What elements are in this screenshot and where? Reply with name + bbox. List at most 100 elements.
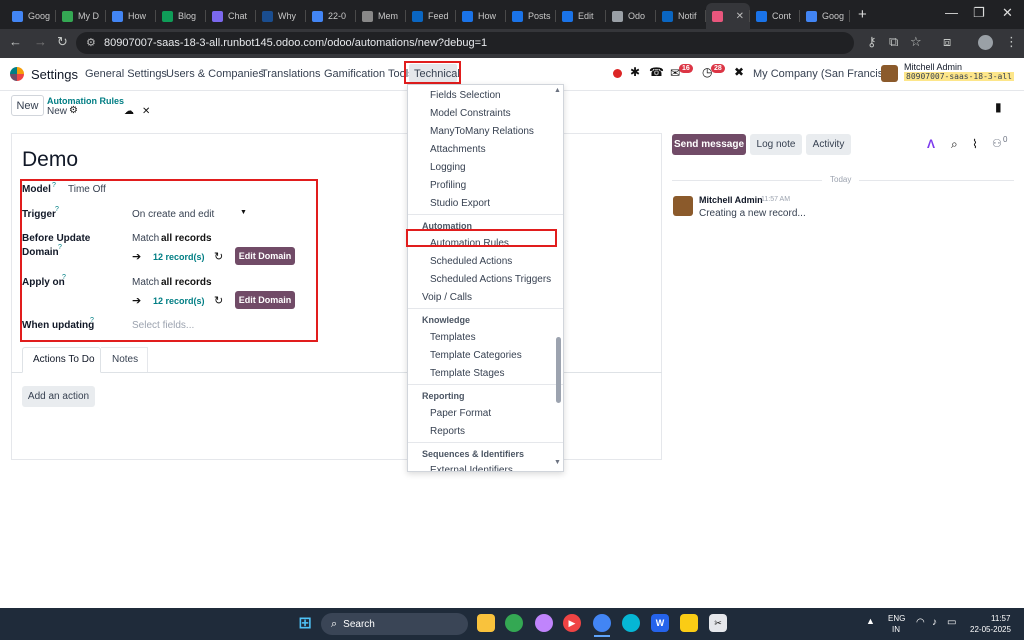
language-1[interactable]: ENG — [888, 614, 905, 623]
new-tab-icon[interactable]: + — [858, 3, 867, 29]
back-icon[interactable]: ← — [9, 34, 22, 49]
gear-icon[interactable]: ⚙ — [69, 105, 78, 116]
battery-icon[interactable]: ▭ — [947, 617, 956, 628]
browser-tab[interactable]: Edit — [556, 3, 606, 29]
address-bar[interactable]: ⚙ 80907007-saas-18-3-all.runbot145.odoo.… — [76, 32, 854, 54]
ai-icon[interactable]: Λ — [927, 137, 935, 151]
search-icon[interactable]: ⌕ — [951, 137, 958, 152]
browser-tab[interactable]: My D — [56, 3, 106, 29]
bug-icon[interactable]: ✱ — [630, 65, 640, 79]
minimize-icon[interactable]: — — [945, 5, 958, 20]
windows-start-icon[interactable]: ⊞ — [296, 614, 314, 632]
zoom-icon[interactable] — [622, 614, 640, 632]
followers-icon[interactable]: ⚇ — [992, 137, 1002, 150]
browser-tab[interactable]: 22-0 — [306, 3, 356, 29]
menu-item[interactable]: ManyToMany Relations — [430, 126, 534, 137]
volume-icon[interactable]: ♪ — [932, 617, 937, 628]
site-info-icon[interactable]: ⚙ — [86, 36, 96, 49]
record-dot-icon[interactable] — [613, 69, 622, 78]
dropdown-scrollbar-thumb[interactable] — [556, 337, 561, 403]
menu-item[interactable]: Template Categories — [430, 350, 522, 361]
browser-tab[interactable]: Feed — [406, 3, 456, 29]
record-title[interactable]: Demo — [22, 148, 78, 172]
menu-item[interactable]: Profiling — [430, 180, 466, 191]
wifi-icon[interactable]: ◠ — [916, 617, 925, 628]
discard-icon[interactable]: ✕ — [142, 106, 150, 117]
extensions-icon[interactable]: ⧈ — [943, 34, 951, 50]
browser-tab[interactable]: Why — [256, 3, 306, 29]
paperclip-icon[interactable]: ⌇ — [972, 137, 978, 151]
tools-icon[interactable]: ✖ — [734, 65, 744, 79]
snipping-tool-icon[interactable]: ✂ — [709, 614, 727, 632]
message-author[interactable]: Mitchell Admin — [699, 195, 763, 205]
chrome-menu-icon[interactable]: ⋮ — [1005, 34, 1018, 50]
install-icon[interactable]: ⧉ — [889, 34, 898, 50]
menu-gamification-tools[interactable]: Gamification Tools — [324, 68, 414, 80]
media-player-icon[interactable]: ▶ — [563, 614, 581, 632]
browser-tab[interactable]: Goog — [800, 3, 850, 29]
browser-tab[interactable]: ✕ — [706, 3, 750, 29]
tab-actions-to-do[interactable]: Actions To Do — [33, 354, 95, 365]
menu-translations[interactable]: Translations — [261, 68, 321, 80]
breadcrumb-automation-rules[interactable]: Automation Rules — [47, 96, 124, 106]
message-author-avatar[interactable] — [673, 196, 693, 216]
menu-item[interactable]: Logging — [430, 162, 466, 173]
send-message-button[interactable]: Send message — [672, 134, 746, 155]
close-window-icon[interactable]: ✕ — [1002, 5, 1013, 21]
new-button[interactable]: New — [11, 95, 44, 116]
menu-item[interactable]: Model Constraints — [430, 108, 511, 119]
tab-close-icon[interactable]: ✕ — [736, 11, 744, 22]
app-name[interactable]: Settings — [31, 67, 78, 82]
chatter-toggle-icon[interactable]: ▮ — [995, 100, 1002, 114]
bookmark-star-icon[interactable]: ☆ — [910, 34, 922, 50]
menu-item[interactable]: Scheduled Actions Triggers — [430, 274, 551, 285]
app-icon-purple[interactable] — [535, 614, 553, 632]
browser-tab[interactable]: Blog — [156, 3, 206, 29]
menu-item[interactable]: Attachments — [430, 144, 486, 155]
browser-tab[interactable]: How — [456, 3, 506, 29]
clock-time[interactable]: 11:57 — [991, 614, 1010, 623]
menu-item[interactable]: Reports — [430, 426, 465, 437]
sticky-notes-icon[interactable] — [680, 614, 698, 632]
browser-tab[interactable]: How — [106, 3, 156, 29]
menu-users-companies[interactable]: Users & Companies — [166, 68, 264, 80]
browser-tab[interactable]: Notif — [656, 3, 706, 29]
tray-chevron-icon[interactable]: ▲ — [866, 616, 875, 626]
word-icon[interactable]: W — [651, 614, 669, 632]
chrome-icon[interactable] — [505, 614, 523, 632]
browser-tab[interactable]: Goog — [6, 3, 56, 29]
chrome-active-icon[interactable] — [593, 614, 611, 632]
browser-tab[interactable]: Chat — [206, 3, 256, 29]
profile-avatar[interactable] — [978, 35, 993, 50]
menu-item[interactable]: Scheduled Actions — [430, 256, 512, 267]
clock-date[interactable]: 22-05-2025 — [970, 625, 1011, 634]
menu-item[interactable]: Paper Format — [430, 408, 491, 419]
activity-button[interactable]: Activity — [806, 134, 851, 155]
scroll-down-icon[interactable]: ▼ — [554, 459, 561, 466]
scroll-up-icon[interactable]: ▲ — [554, 87, 561, 94]
maximize-icon[interactable]: ❐ — [973, 5, 985, 21]
tab-notes[interactable]: Notes — [112, 354, 138, 365]
key-icon[interactable]: ⚷ — [867, 34, 877, 50]
menu-item[interactable]: Template Stages — [430, 368, 505, 379]
menu-item[interactable]: External Identifiers — [430, 465, 513, 471]
browser-tab[interactable]: Cont — [750, 3, 800, 29]
log-note-button[interactable]: Log note — [750, 134, 802, 155]
company-switcher[interactable]: My Company (San Francisco) — [753, 68, 899, 80]
user-avatar[interactable] — [881, 65, 898, 82]
reload-icon[interactable]: ↻ — [57, 34, 68, 50]
menu-item[interactable]: Voip / Calls — [422, 292, 472, 303]
phone-icon[interactable]: ☎ — [649, 65, 664, 79]
menu-item[interactable]: Templates — [430, 332, 476, 343]
menu-general-settings[interactable]: General Settings — [85, 68, 167, 80]
language-2[interactable]: IN — [892, 625, 900, 634]
menu-item[interactable]: Fields Selection — [430, 90, 501, 101]
add-action-button[interactable]: Add an action — [22, 386, 95, 407]
user-name[interactable]: Mitchell Admin — [904, 62, 962, 72]
file-explorer-icon[interactable] — [477, 614, 495, 632]
menu-item[interactable]: Studio Export — [430, 198, 490, 209]
save-cloud-icon[interactable]: ☁ — [124, 106, 134, 117]
taskbar-search[interactable]: ⌕ Search — [321, 613, 468, 635]
browser-tab[interactable]: Mem — [356, 3, 406, 29]
forward-icon[interactable]: → — [34, 34, 47, 49]
